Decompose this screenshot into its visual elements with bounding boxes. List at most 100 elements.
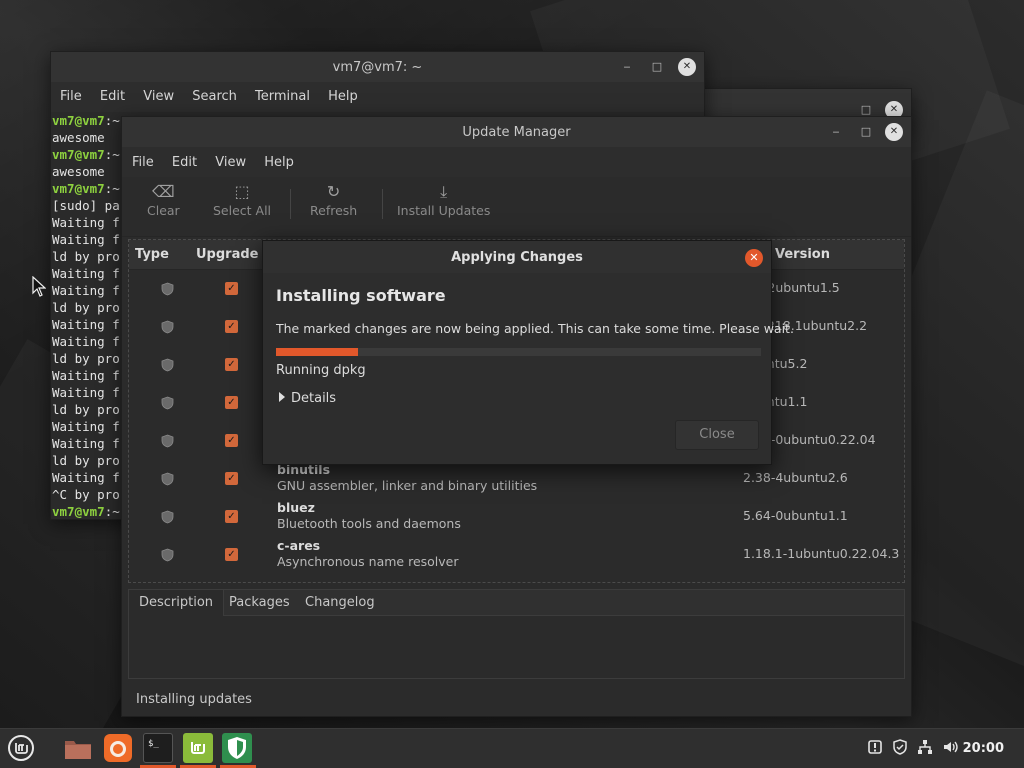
terminal-prompt: vm7@vm7: [52, 181, 105, 196]
install-updates-label: Install Updates: [397, 203, 491, 218]
network-icon[interactable]: [917, 739, 933, 759]
dialog-message: The marked changes are now being applied…: [276, 321, 794, 336]
progress-bar: [276, 348, 761, 356]
package-description: GNU assembler, linker and binary utiliti…: [277, 478, 538, 493]
terminal-text: Waiting f: [52, 266, 120, 281]
menu-file[interactable]: File: [125, 152, 161, 173]
progress-fill: [276, 348, 359, 356]
applying-changes-dialog: Applying Changes ✕ Installing software T…: [262, 240, 794, 465]
terminal-text: Waiting f: [52, 470, 120, 485]
terminal-menubar: File Edit View Search Terminal Help: [51, 82, 704, 112]
table-row[interactable]: ✓ c-ares Asynchronous name resolver 1.18.1-…: [129, 536, 904, 574]
security-shield-icon: [161, 282, 174, 296]
terminal-text: ld by pro: [52, 351, 120, 366]
security-shield-icon: [161, 510, 174, 524]
terminal-text: ld by pro: [52, 402, 120, 417]
menu-help[interactable]: Help: [257, 152, 301, 173]
update-manager-launcher[interactable]: [183, 733, 213, 763]
menu-edit[interactable]: Edit: [165, 152, 204, 173]
security-shield-icon: [161, 358, 174, 372]
shield-tray-icon[interactable]: [892, 739, 908, 759]
files-launcher[interactable]: [63, 733, 93, 763]
upgrade-checkbox[interactable]: ✓: [225, 548, 238, 561]
security-shield-icon: [161, 396, 174, 410]
install-updates-button[interactable]: ⤓ Install Updates: [397, 181, 490, 218]
upgrade-checkbox[interactable]: ✓: [225, 434, 238, 447]
terminal-titlebar[interactable]: vm7@vm7: ~ ‒ □ ✕: [51, 52, 704, 82]
terminal-text: Waiting f: [52, 419, 120, 434]
security-shield-icon: [161, 320, 174, 334]
column-type[interactable]: Type: [135, 247, 169, 262]
refresh-button[interactable]: ↻ Refresh: [310, 181, 357, 218]
svg-text:$_: $_: [148, 739, 159, 749]
select-all-icon: ⬚: [234, 182, 250, 201]
close-icon[interactable]: ✕: [885, 123, 903, 141]
table-row[interactable]: ✓ binutils GNU assembler, linker and binar…: [129, 460, 904, 498]
close-button[interactable]: Close: [675, 420, 759, 450]
menu-view[interactable]: View: [208, 152, 253, 173]
package-name: bluez: [277, 500, 315, 515]
update-shield-launcher[interactable]: [222, 733, 252, 763]
refresh-icon: ↻: [326, 182, 341, 201]
details-expander[interactable]: Details: [279, 391, 336, 406]
dialog-title: Applying Changes: [451, 250, 583, 265]
security-shield-icon: [161, 548, 174, 562]
menu-icon: [8, 735, 34, 761]
taskbar: $_ 20:00: [0, 728, 1024, 768]
menu-help[interactable]: Help: [321, 86, 365, 107]
terminal-text: awesome: [52, 130, 105, 145]
menu-edit[interactable]: Edit: [93, 86, 132, 107]
maximize-icon[interactable]: □: [648, 58, 666, 76]
refresh-label: Refresh: [310, 203, 358, 218]
menu-file[interactable]: File: [53, 86, 89, 107]
terminal-text: Waiting f: [52, 368, 120, 383]
minimize-icon[interactable]: ‒: [827, 123, 845, 141]
menu-view[interactable]: View: [136, 86, 181, 107]
menu-terminal[interactable]: Terminal: [248, 86, 317, 107]
tab-changelog[interactable]: Changelog: [295, 590, 385, 616]
terminal-text: :~: [104, 147, 120, 162]
terminal-text: ld by pro: [52, 300, 120, 315]
close-icon[interactable]: ✕: [745, 249, 763, 267]
menu-search[interactable]: Search: [185, 86, 244, 107]
clear-button[interactable]: ⌫ Clear: [147, 181, 180, 218]
clock[interactable]: 20:00: [963, 741, 1004, 756]
tabbar: Description Packages Changelog: [129, 590, 904, 616]
minimize-icon[interactable]: ‒: [618, 58, 636, 76]
upgrade-checkbox[interactable]: ✓: [225, 472, 238, 485]
terminal-text: ld by pro: [52, 453, 120, 468]
column-version[interactable]: Version: [775, 247, 830, 262]
upgrade-checkbox[interactable]: ✓: [225, 396, 238, 409]
notification-icon[interactable]: [867, 739, 883, 759]
terminal-launcher[interactable]: $_: [143, 733, 173, 763]
package-description: Asynchronous name resolver: [277, 554, 459, 569]
maximize-icon[interactable]: □: [857, 123, 875, 141]
terminal-text: Waiting f: [52, 283, 120, 298]
dialog-status: Running dpkg: [276, 363, 366, 378]
dialog-titlebar[interactable]: Applying Changes ✕: [263, 241, 771, 273]
tab-packages[interactable]: Packages: [219, 590, 300, 616]
close-icon[interactable]: ✕: [678, 58, 696, 76]
terminal-prompt: vm7@vm7: [52, 504, 105, 519]
upgrade-checkbox[interactable]: ✓: [225, 510, 238, 523]
terminal-text: ^C by pro: [52, 487, 120, 502]
column-upgrade[interactable]: Upgrade: [196, 247, 258, 262]
terminal-text: Waiting f: [52, 232, 120, 247]
tab-description[interactable]: Description: [129, 590, 225, 616]
terminal-icon: $_: [148, 739, 159, 749]
menu-button[interactable]: [6, 733, 36, 763]
upgrade-checkbox[interactable]: ✓: [225, 282, 238, 295]
volume-icon[interactable]: [942, 739, 960, 759]
files-icon: [65, 741, 91, 759]
package-version: 5.64-0ubuntu1.1: [743, 508, 848, 523]
firefox-launcher[interactable]: [103, 733, 133, 763]
upgrade-checkbox[interactable]: ✓: [225, 358, 238, 371]
table-row[interactable]: ✓ bluez Bluetooth tools and daemons 5.64-0u…: [129, 498, 904, 536]
select-all-button[interactable]: ⬚ Select All: [213, 181, 271, 218]
update-manager-titlebar[interactable]: Update Manager ‒ □ ✕: [122, 117, 911, 147]
security-shield-icon: [161, 434, 174, 448]
update-manager-title: Update Manager: [462, 125, 571, 140]
package-version: 2.38-4ubuntu2.6: [743, 470, 848, 485]
terminal-text: [sudo] pa: [52, 198, 120, 213]
upgrade-checkbox[interactable]: ✓: [225, 320, 238, 333]
